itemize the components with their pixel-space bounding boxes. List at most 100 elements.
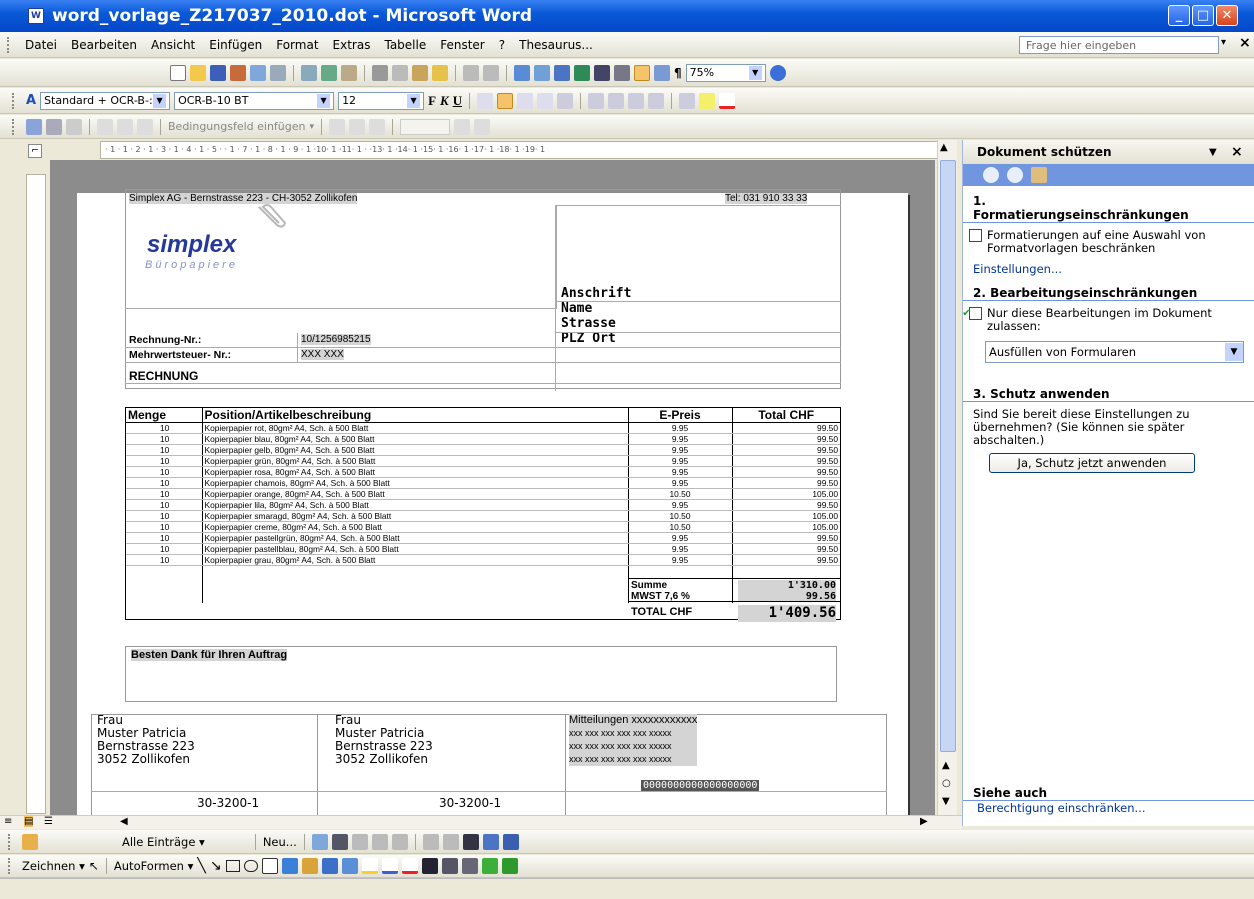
print-icon[interactable] [270, 64, 286, 81]
menu-bearbeiten[interactable]: Bearbeiten [71, 38, 137, 52]
font-select[interactable]: OCR-B-10 BT ▼ [174, 91, 335, 110]
table-row[interactable]: 10 Kopierpapier grau, 80gm² A4, Sch. à 50… [126, 554, 840, 566]
menu-datei[interactable]: Datei [25, 38, 57, 52]
table-row[interactable]: 10 Kopierpapier gelb, 80gm² A4, Sch. à 50… [126, 444, 840, 456]
horizontal-scrollbar[interactable]: ≡ ▤ ☰ ◀ ▶ [0, 815, 962, 829]
help-icon[interactable] [769, 64, 786, 81]
diagram-icon[interactable] [301, 858, 318, 874]
menu-ansicht[interactable]: Ansicht [151, 38, 195, 52]
insert-greeting-icon[interactable] [371, 833, 388, 850]
task-pane-menu-icon[interactable]: ▼ [1209, 147, 1217, 158]
close-button[interactable]: ✕ [1216, 5, 1238, 26]
line-style-icon[interactable] [421, 858, 438, 874]
previous-page-icon[interactable]: ▲ [942, 760, 950, 771]
line-color-icon[interactable] [381, 858, 398, 874]
clipart-icon[interactable] [321, 858, 338, 874]
scroll-thumb[interactable] [940, 160, 956, 752]
task-pane-close-icon[interactable]: × [1231, 144, 1243, 160]
tables-borders-icon[interactable] [534, 64, 550, 81]
toolbar-grip[interactable] [7, 36, 11, 53]
slip-recipient-middle[interactable]: Frau Muster Patricia Bernstrasse 223 305… [335, 714, 433, 766]
horizontal-ruler[interactable]: · 1 · 1 · 2 · 1 · 3 · 1 · 4 · 1 · 5 · · … [100, 141, 940, 159]
next-record-icon[interactable] [454, 118, 471, 135]
new-button[interactable]: Neu... [263, 835, 297, 849]
font-size-select[interactable]: 12 ▼ [338, 91, 425, 110]
dropdown-field-icon[interactable] [66, 118, 82, 135]
minimize-button[interactable]: _ [1168, 5, 1190, 26]
highlight-icon[interactable] [699, 92, 716, 109]
new-document-icon[interactable] [170, 64, 186, 81]
menu-format[interactable]: Format [276, 38, 318, 52]
wordart-icon[interactable] [281, 858, 298, 874]
autoshapes-menu[interactable]: AutoFormen ▾ [114, 859, 193, 873]
edit-restriction-checkbox[interactable]: ✔ [962, 307, 982, 320]
scroll-left-icon[interactable]: ◀ [120, 816, 128, 827]
table-row[interactable]: 10 Kopierpapier grün, 80gm² A4, Sch. à 50… [126, 455, 840, 467]
research-icon[interactable] [341, 64, 357, 81]
table-row[interactable]: 10 Kopierpapier chamois, 80gm² A4, Sch. à… [126, 477, 840, 489]
increase-indent-icon[interactable] [648, 92, 665, 109]
maximize-button[interactable]: □ [1192, 5, 1214, 26]
rectangle-icon[interactable] [225, 860, 240, 872]
print-preview-icon[interactable] [301, 64, 317, 81]
last-record-icon[interactable] [474, 118, 491, 135]
checkbox-field-icon[interactable] [46, 118, 62, 135]
save-icon[interactable] [210, 64, 226, 81]
insert-field-icon[interactable] [391, 833, 408, 850]
undo-icon[interactable] [463, 64, 479, 81]
normal-view-icon[interactable]: ≡ [4, 816, 12, 827]
style-select[interactable]: Standard + OCR-B-: ▼ [40, 91, 171, 110]
textbox-icon[interactable] [261, 858, 278, 874]
edit-type-select[interactable]: Ausfüllen von Formularen ▼ [985, 341, 1244, 363]
document-map-icon[interactable] [634, 64, 650, 81]
format-painter-icon[interactable] [432, 64, 448, 81]
draw-menu[interactable]: Zeichnen ▾ [22, 859, 85, 873]
open-data-source-icon[interactable] [311, 833, 328, 850]
document-area[interactable]: Simplex AG - Bernstrasse 223 - CH-3052 Z… [50, 160, 935, 815]
forward-icon[interactable] [1007, 167, 1023, 183]
3d-style-icon[interactable] [501, 858, 518, 874]
slip-messages[interactable]: Mitteilungen xxxxxxxxxxxx xxx xxx xxx xx… [569, 714, 698, 766]
copy-icon[interactable] [392, 64, 408, 81]
propagate-labels-icon[interactable] [442, 833, 459, 850]
toolbar-grip[interactable] [12, 92, 16, 109]
justify-icon[interactable] [537, 92, 554, 109]
scroll-up-icon[interactable]: ▲ [940, 142, 948, 153]
merge-to-document-icon[interactable] [462, 833, 479, 850]
numbering-icon[interactable] [588, 92, 605, 109]
edit-restriction-option[interactable]: ✔ Nur diese Bearbeitungen im Dokument zul… [962, 307, 1254, 333]
menu-help[interactable]: ? [499, 38, 505, 52]
help-search-input[interactable]: Frage hier eingeben [1019, 36, 1219, 54]
home-icon[interactable] [1031, 167, 1047, 183]
vat-number-field[interactable]: XXX XXX [301, 349, 344, 360]
insert-table-field-icon[interactable] [117, 118, 133, 135]
table-row[interactable]: 10 Kopierpapier orange, 80gm² A4, Sch. à … [126, 488, 840, 500]
apply-protection-button[interactable]: Ja, Schutz jetzt anwenden [989, 453, 1195, 473]
close-document-button[interactable]: × [1239, 35, 1251, 51]
hyperlink-icon[interactable] [514, 64, 530, 81]
email-icon[interactable] [250, 64, 266, 81]
form-field-icon[interactable] [26, 118, 42, 135]
oval-icon[interactable] [243, 860, 258, 872]
menu-extras[interactable]: Extras [333, 38, 371, 52]
match-fields-icon[interactable] [422, 833, 439, 850]
zoom-select[interactable]: 75% ▼ [685, 63, 766, 82]
toolbar-grip[interactable] [8, 858, 12, 874]
redo-icon[interactable] [483, 64, 499, 81]
table-row[interactable]: 10 Kopierpapier smaragd, 80gm² A4, Sch. à… [126, 510, 840, 522]
format-restriction-checkbox[interactable] [969, 229, 982, 242]
sender-line[interactable]: Simplex AG - Bernstrasse 223 - CH-3052 Z… [129, 193, 358, 204]
align-right-icon[interactable] [517, 92, 534, 109]
back-icon[interactable] [983, 167, 999, 183]
arrow-style-icon[interactable] [461, 858, 478, 874]
bullets-icon[interactable] [608, 92, 625, 109]
table-row[interactable]: 10 Kopierpapier creme, 80gm² A4, Sch. à 5… [126, 521, 840, 533]
address-block[interactable]: Anschrift Name Strasse PLZ Ort [561, 286, 631, 346]
browse-object-icon[interactable]: ○ [942, 778, 951, 789]
slip-recipient-left[interactable]: Frau Muster Patricia Bernstrasse 223 305… [97, 714, 195, 766]
field-shading-icon[interactable] [329, 118, 346, 135]
main-document-icon[interactable] [22, 833, 38, 850]
protect-form-icon[interactable] [369, 118, 386, 135]
insert-excel-icon[interactable] [574, 64, 590, 81]
thanks-text[interactable]: Besten Dank für Ihren Auftrag [131, 649, 288, 661]
